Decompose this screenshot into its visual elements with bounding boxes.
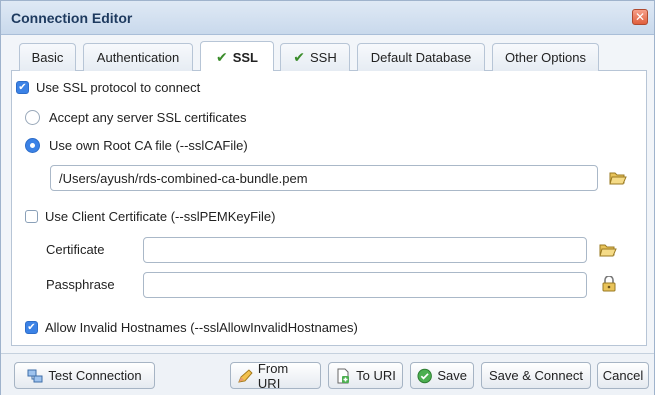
- tab-default-database[interactable]: Default Database: [357, 43, 485, 71]
- check-icon: ✔: [215, 48, 228, 65]
- client-cert-row[interactable]: Use Client Certificate (--sslPEMKeyFile): [25, 209, 275, 224]
- tab-other-options[interactable]: Other Options: [492, 43, 599, 71]
- use-own-ca-row[interactable]: Use own Root CA file (--sslCAFile): [25, 138, 248, 153]
- accept-any-radio[interactable]: [25, 110, 40, 125]
- tab-label: SSH: [310, 50, 337, 65]
- passphrase-label: Passphrase: [46, 277, 115, 292]
- tab-basic[interactable]: Basic: [19, 43, 76, 71]
- tab-label: Basic: [31, 50, 64, 65]
- use-ssl-label: Use SSL protocol to connect: [36, 80, 201, 95]
- passphrase-input[interactable]: [143, 272, 587, 298]
- tab-label: Other Options: [505, 50, 586, 65]
- save-connect-button[interactable]: Save & Connect: [481, 362, 591, 389]
- lock-icon[interactable]: [600, 276, 618, 292]
- ca-file-input[interactable]: [50, 165, 598, 191]
- client-cert-label: Use Client Certificate (--sslPEMKeyFile): [45, 209, 276, 224]
- allow-invalid-label: Allow Invalid Hostnames (--sslAllowInval…: [45, 320, 358, 335]
- use-ssl-row[interactable]: ✔ Use SSL protocol to connect: [16, 80, 200, 95]
- check-icon: ✔: [293, 49, 305, 65]
- from-uri-button[interactable]: From URI: [230, 360, 321, 391]
- button-bar: Test Connection From URI To URI Save Sav…: [1, 353, 654, 395]
- pencil-icon: [238, 368, 253, 383]
- client-cert-checkbox[interactable]: [25, 210, 38, 223]
- button-label: Save: [437, 368, 467, 383]
- network-icon: [27, 369, 43, 382]
- window-title: Connection Editor: [11, 10, 133, 26]
- tab-label: SSL: [232, 49, 259, 65]
- allow-invalid-checkbox[interactable]: ✔: [25, 321, 38, 334]
- tab-bar: Basic Authentication ✔ SSL ✔ SSH Default…: [11, 41, 647, 72]
- to-uri-button[interactable]: To URI: [328, 362, 403, 389]
- accept-any-label: Accept any server SSL certificates: [49, 110, 247, 125]
- folder-open-icon[interactable]: [599, 242, 617, 258]
- button-label: To URI: [356, 368, 396, 383]
- connection-editor-window: Connection Editor ✕ Basic Authentication…: [0, 0, 655, 395]
- accept-any-row[interactable]: Accept any server SSL certificates: [25, 110, 247, 125]
- allow-invalid-row[interactable]: ✔ Allow Invalid Hostnames (--sslAllowInv…: [25, 320, 358, 335]
- tab-ssl[interactable]: ✔ SSL: [200, 41, 274, 72]
- button-label: Save & Connect: [489, 368, 583, 383]
- button-label: Test Connection: [48, 368, 142, 383]
- tab-ssh[interactable]: ✔ SSH: [280, 43, 350, 71]
- certificate-label: Certificate: [46, 242, 105, 257]
- tab-label: Authentication: [96, 50, 180, 65]
- check-circle-icon: [417, 368, 432, 383]
- use-ssl-checkbox[interactable]: ✔: [16, 81, 29, 94]
- title-bar: Connection Editor ✕: [1, 1, 654, 35]
- ssl-panel: ✔ Use SSL protocol to connect Accept any…: [11, 71, 647, 346]
- save-button[interactable]: Save: [410, 362, 474, 389]
- use-own-ca-label: Use own Root CA file (--sslCAFile): [49, 138, 248, 153]
- tab-authentication[interactable]: Authentication: [83, 43, 193, 71]
- use-own-ca-radio[interactable]: [25, 138, 40, 153]
- button-label: From URI: [257, 360, 289, 391]
- close-button[interactable]: ✕: [632, 9, 648, 25]
- folder-open-icon[interactable]: [609, 170, 627, 186]
- certificate-input[interactable]: [143, 237, 587, 263]
- button-label: Cancel: [602, 368, 644, 383]
- tab-label: Default Database: [370, 50, 472, 65]
- cancel-button[interactable]: Cancel: [597, 362, 649, 389]
- test-connection-button[interactable]: Test Connection: [14, 362, 155, 389]
- new-document-icon: [337, 368, 350, 383]
